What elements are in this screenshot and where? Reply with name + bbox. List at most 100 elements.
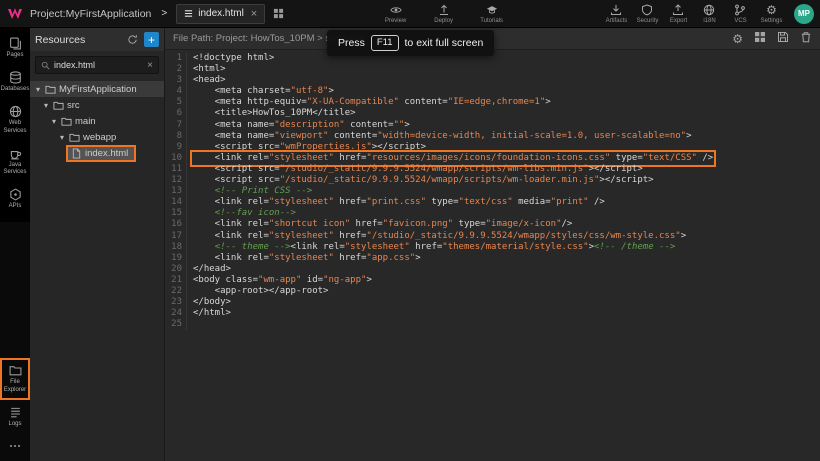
code-line[interactable]: 21<body class="wm-app" id="ng-app"> <box>165 275 820 286</box>
code-line[interactable]: 7 <meta name="description" content=""> <box>165 120 820 131</box>
tree-item-src[interactable]: ▾ src <box>30 97 164 113</box>
save-button[interactable] <box>777 31 789 46</box>
code-line[interactable]: 25 <box>165 319 820 330</box>
split-view-button[interactable] <box>273 8 284 19</box>
code-line[interactable]: 11 <script src="/studio/_static/9.9.9.55… <box>165 164 820 175</box>
code-text: <meta name="description" content=""> <box>193 120 410 131</box>
deploy-button[interactable]: Deploy <box>426 4 462 24</box>
code-line[interactable]: 12 <script src="/studio/_static/9.9.9.55… <box>165 175 820 186</box>
code-line[interactable]: 23</body> <box>165 297 820 308</box>
line-number: 6 <box>165 108 187 119</box>
code-text: <script src="wmProperties.js"></script> <box>193 142 426 153</box>
artifacts-button[interactable]: Artifacts <box>603 4 630 24</box>
tree-item-index-html[interactable]: index.html <box>30 145 164 161</box>
activity-bar-bottom-group: File Explorer Logs <box>0 358 30 461</box>
editor-settings-button[interactable]: ⚙ <box>732 33 743 45</box>
refresh-button[interactable] <box>127 34 138 45</box>
clear-search-icon[interactable]: × <box>147 60 153 71</box>
search-input[interactable] <box>54 60 143 70</box>
floppy-save-icon <box>777 31 789 43</box>
top-bar: Project:MyFirstApplication > index.html … <box>0 0 820 28</box>
editor-layout-button[interactable] <box>754 31 766 46</box>
code-line[interactable]: 2<html> <box>165 64 820 75</box>
code-line[interactable]: 9 <script src="wmProperties.js"></script… <box>165 142 820 153</box>
folder-icon <box>53 100 64 111</box>
sidebar-item-logs[interactable]: Logs <box>0 400 30 434</box>
graduation-cap-icon <box>486 4 498 16</box>
settings-button[interactable]: ⚙ Settings <box>758 4 785 24</box>
code-text: <!-- theme --><link rel="stylesheet" hre… <box>193 242 675 253</box>
export-button[interactable]: Export <box>665 4 692 24</box>
code-text: <link rel="stylesheet" href="/studio/_st… <box>193 231 686 242</box>
code-line[interactable]: 14 <link rel="stylesheet" href="print.cs… <box>165 197 820 208</box>
code-line[interactable]: 4 <meta charset="utf-8"> <box>165 86 820 97</box>
gear-icon: ⚙ <box>732 33 743 45</box>
tree-item-main[interactable]: ▾ main <box>30 113 164 129</box>
tooltip-suffix: to exit full screen <box>405 37 484 49</box>
code-line[interactable]: 19 <link rel="stylesheet" href="app.css"… <box>165 253 820 264</box>
sidebar-item-pages[interactable]: Pages <box>0 31 30 65</box>
action-label: Preview <box>385 18 406 24</box>
line-number: 4 <box>165 86 187 97</box>
resources-panel: Resources + × <box>30 28 165 461</box>
line-number: 20 <box>165 264 187 275</box>
code-text: <script src="/studio/_static/9.9.9.5524/… <box>193 164 643 175</box>
code-line[interactable]: 17 <link rel="stylesheet" href="/studio/… <box>165 231 820 242</box>
delete-button[interactable] <box>800 31 812 46</box>
sidebar-item-java-services[interactable]: Java Services <box>0 141 30 182</box>
line-number: 17 <box>165 231 187 242</box>
code-line[interactable]: 10 <link rel="stylesheet" href="resource… <box>165 153 820 164</box>
close-icon[interactable]: × <box>251 8 257 20</box>
code-line[interactable]: 13 <!-- Print CSS --> <box>165 186 820 197</box>
sidebar-item-apis[interactable]: APIs <box>0 182 30 216</box>
code-line[interactable]: 5 <meta http-equiv="X-UA-Compatible" con… <box>165 97 820 108</box>
line-number: 24 <box>165 308 187 319</box>
sidebar-item-file-explorer[interactable]: File Explorer <box>0 358 30 399</box>
action-label: Artifacts <box>606 18 628 24</box>
chevron-down-icon: ▾ <box>50 117 58 126</box>
sidebar-more-button[interactable] <box>0 434 30 458</box>
globe-icon <box>703 4 715 16</box>
code-line[interactable]: 3<head> <box>165 75 820 86</box>
vcs-button[interactable]: VCS <box>727 4 754 24</box>
code-line[interactable]: 6 <title>HowTos_10PM</title> <box>165 108 820 119</box>
code-line[interactable]: 16 <link rel="shortcut icon" href="favic… <box>165 219 820 230</box>
add-resource-button[interactable]: + <box>144 32 159 47</box>
code-line[interactable]: 15 <!--fav icon--> <box>165 208 820 219</box>
grid-icon <box>754 31 766 43</box>
code-line[interactable]: 20</head> <box>165 264 820 275</box>
user-avatar[interactable]: MP <box>794 4 814 24</box>
code-text: <meta name="viewport" content="width=dev… <box>193 131 692 142</box>
topbar-right-actions: Artifacts Security Export <box>603 4 814 24</box>
action-label: Tutorials <box>480 18 503 24</box>
sidebar-item-databases[interactable]: Databases <box>0 65 30 99</box>
sidebar-item-web-services[interactable]: Web Services <box>0 99 30 140</box>
resources-search[interactable]: × <box>35 56 159 74</box>
sidebar-item-label: Pages <box>6 52 23 59</box>
action-label: Export <box>670 18 687 24</box>
code-text: <app-root></app-root> <box>193 286 328 297</box>
code-line[interactable]: 24 </html> <box>165 308 820 319</box>
tree-item-label: MyFirstApplication <box>59 84 137 95</box>
code-text: </html> <box>193 308 231 319</box>
globe-icon <box>9 105 22 118</box>
selected-file-chip[interactable]: index.html <box>66 145 136 162</box>
security-button[interactable]: Security <box>634 4 661 24</box>
line-number: 8 <box>165 131 187 142</box>
line-number: 25 <box>165 319 187 330</box>
tree-item-webapp[interactable]: ▾ webapp <box>30 129 164 145</box>
code-line[interactable]: 18 <!-- theme --><link rel="stylesheet" … <box>165 242 820 253</box>
code-editor[interactable]: 1<!doctype html>2<html>3<head>4 <meta ch… <box>165 50 820 461</box>
code-text: <script src="/studio/_static/9.9.9.5524/… <box>193 175 654 186</box>
wavemaker-logo[interactable] <box>0 0 30 28</box>
i18n-button[interactable]: i18N <box>696 4 723 24</box>
action-label: Deploy <box>434 18 453 24</box>
code-line[interactable]: 22 <app-root></app-root> <box>165 286 820 297</box>
tree-item-label: main <box>75 116 96 127</box>
tree-item-myfirstapplication[interactable]: ▾ MyFirstApplication <box>30 81 164 97</box>
tutorials-button[interactable]: Tutorials <box>474 4 510 24</box>
preview-button[interactable]: Preview <box>378 4 414 24</box>
code-line[interactable]: 8 <meta name="viewport" content="width=d… <box>165 131 820 142</box>
tab-index-html[interactable]: index.html × <box>176 4 265 24</box>
pages-icon <box>9 37 22 50</box>
